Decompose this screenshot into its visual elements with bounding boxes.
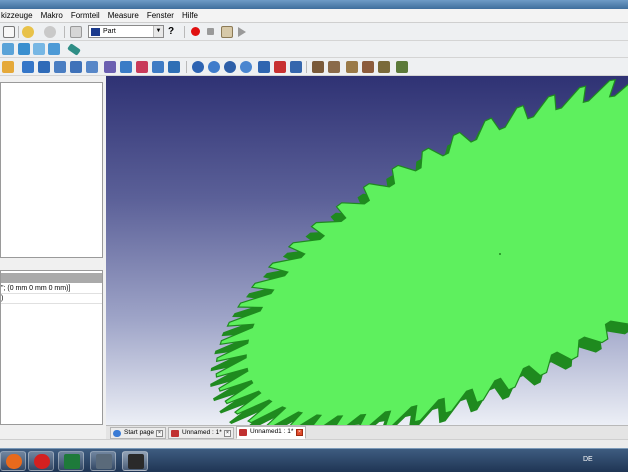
part-box-icon[interactable]: [22, 61, 34, 73]
chamfer-icon[interactable]: [274, 61, 286, 73]
view-front-icon[interactable]: [33, 43, 45, 55]
menu-item-fenster[interactable]: Fenster: [143, 11, 178, 20]
gear-top-face[interactable]: [215, 76, 628, 425]
part-workbench-icon: [91, 28, 100, 36]
app-icon: [34, 454, 50, 469]
view-iso-icon[interactable]: [18, 43, 30, 55]
taskbar-app-button[interactable]: [28, 451, 54, 471]
title-bar: [0, 0, 628, 9]
part-revolve-icon[interactable]: [136, 61, 148, 73]
measure-angular-icon[interactable]: [328, 61, 340, 73]
part-primitives-icon[interactable]: [104, 61, 116, 73]
common-icon[interactable]: [240, 61, 252, 73]
property-row[interactable]: ): [1, 294, 102, 304]
part-sphere-icon[interactable]: [54, 61, 66, 73]
undo-icon[interactable]: [22, 26, 34, 38]
part-mirror-icon[interactable]: [152, 61, 164, 73]
part-fillet-icon[interactable]: [168, 61, 180, 73]
paste-icon[interactable]: [3, 26, 15, 38]
menu-bar: kizzeuge Makro Formteil Measure Fenster …: [0, 9, 628, 23]
taskbar-firefox-button[interactable]: [0, 451, 26, 471]
measure-clear-icon[interactable]: [362, 61, 374, 73]
view-fit-icon[interactable]: [2, 43, 14, 55]
close-icon[interactable]: ×: [224, 430, 231, 437]
tab-label: Start page: [124, 429, 154, 436]
excel-icon: [64, 454, 80, 469]
toolbar-separator: [64, 26, 65, 38]
measure-toggle-icon[interactable]: [378, 61, 390, 73]
measure-refresh-icon[interactable]: [346, 61, 358, 73]
workbench-dropdown[interactable]: Part ▼: [88, 25, 164, 38]
gear-model[interactable]: [106, 76, 628, 425]
part-toolbar: [0, 58, 628, 76]
cut-icon[interactable]: [208, 61, 220, 73]
chevron-down-icon: ▼: [153, 26, 163, 37]
menu-item-werkzeuge[interactable]: kizzeuge: [0, 11, 37, 20]
offset-icon[interactable]: [290, 61, 302, 73]
workbench-dropdown-value: Part: [103, 28, 116, 35]
language-indicator[interactable]: DE: [583, 456, 593, 463]
taskbar-settings-button[interactable]: [90, 451, 116, 471]
edit-macro-icon[interactable]: [221, 26, 233, 38]
tab-label: Unnamed1 : 1*: [250, 428, 294, 435]
toolbar-separator: [184, 26, 185, 38]
toolbar-separator: [186, 61, 187, 73]
status-bar: [0, 439, 628, 448]
menu-item-formteil[interactable]: Formteil: [67, 11, 104, 20]
firefox-icon: [6, 454, 22, 469]
measure-toggle-3d-icon[interactable]: [396, 61, 408, 73]
property-header: [1, 273, 102, 283]
property-row-placement[interactable]: "; (0 mm 0 mm 0 mm)]: [1, 284, 102, 294]
fuse-icon[interactable]: [224, 61, 236, 73]
taskbar-freecad-button[interactable]: [122, 451, 148, 471]
property-panel[interactable]: "; (0 mm 0 mm 0 mm)] ): [0, 270, 103, 425]
taskbar-excel-button[interactable]: [58, 451, 84, 471]
stop-macro-icon[interactable]: [207, 28, 214, 35]
part-cone-icon[interactable]: [70, 61, 82, 73]
section-icon[interactable]: [258, 61, 270, 73]
toolbar-separator: [306, 61, 307, 73]
windows-taskbar: DE: [0, 448, 628, 472]
menu-item-measure[interactable]: Measure: [104, 11, 143, 20]
3d-viewport[interactable]: [106, 76, 628, 425]
sketch-icon[interactable]: [2, 61, 14, 73]
freecad-icon: [128, 454, 144, 469]
tab-start-page[interactable]: Start page ×: [110, 427, 166, 439]
toolbar-separator: [18, 26, 19, 38]
document-tabs: Start page × Unnamed : 1* × Unnamed1 : 1…: [106, 425, 628, 439]
document-icon: [239, 429, 247, 436]
model-tree-panel[interactable]: [0, 82, 103, 258]
view-toolbar: [0, 41, 628, 58]
gear-icon: [96, 454, 112, 469]
globe-icon: [113, 430, 121, 437]
view-top-icon[interactable]: [48, 43, 60, 55]
refresh-icon[interactable]: [70, 26, 82, 38]
tab-unnamed[interactable]: Unnamed : 1* ×: [168, 427, 234, 439]
whats-this-icon[interactable]: ?: [168, 26, 180, 38]
run-macro-icon[interactable]: [238, 27, 246, 37]
close-icon[interactable]: ×: [296, 429, 303, 436]
boolean-icon[interactable]: [192, 61, 204, 73]
main-toolbar: Part ▼ ?: [0, 23, 628, 41]
tab-label: Unnamed : 1*: [182, 429, 222, 436]
menu-item-makro[interactable]: Makro: [37, 11, 67, 20]
record-macro-icon[interactable]: [191, 27, 200, 36]
part-torus-icon[interactable]: [86, 61, 98, 73]
document-icon: [171, 430, 179, 437]
part-extrude-icon[interactable]: [120, 61, 132, 73]
tab-unnamed1[interactable]: Unnamed1 : 1* ×: [236, 426, 306, 439]
redo-icon[interactable]: [44, 26, 56, 38]
measure-icon[interactable]: [67, 43, 81, 56]
measure-linear-icon[interactable]: [312, 61, 324, 73]
application-window: kizzeuge Makro Formteil Measure Fenster …: [0, 0, 628, 472]
close-icon[interactable]: ×: [156, 430, 163, 437]
menu-item-hilfe[interactable]: Hilfe: [178, 11, 202, 20]
part-cylinder-icon[interactable]: [38, 61, 50, 73]
gear-center-point: [499, 253, 501, 255]
